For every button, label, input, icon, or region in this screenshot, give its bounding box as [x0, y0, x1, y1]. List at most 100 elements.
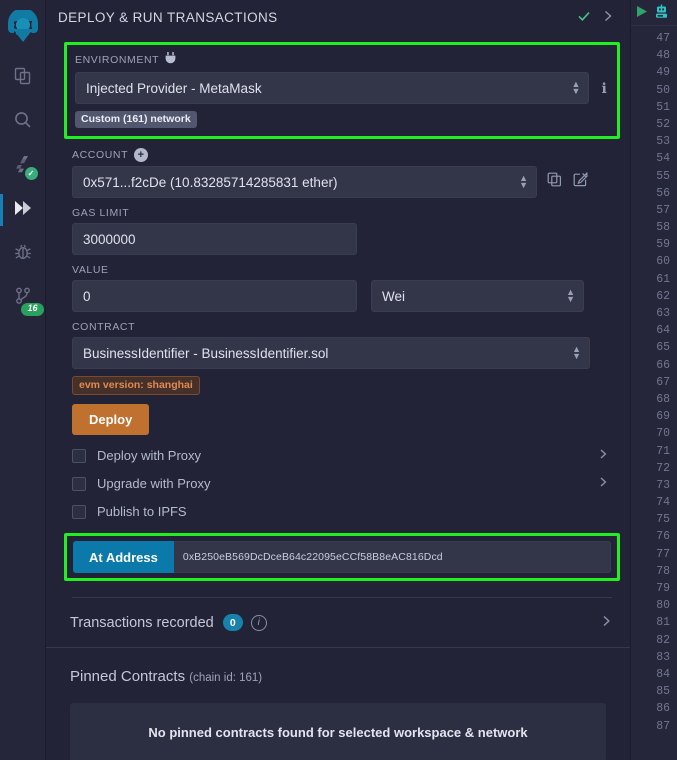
line-number: 80 — [631, 597, 677, 614]
compiler-success-badge: ✓ — [25, 167, 38, 180]
environment-info-icon[interactable]: ℹ — [599, 80, 609, 97]
value-row: 0 Wei ▲▼ — [72, 280, 612, 312]
environment-label: ENVIRONMENT — [75, 52, 609, 68]
environment-row: Injected Provider - MetaMask ▲▼ ℹ — [75, 72, 609, 104]
option-upgrade-with-proxy[interactable]: Upgrade with Proxy — [72, 476, 612, 491]
line-number: 77 — [631, 546, 677, 563]
files-icon — [13, 66, 33, 91]
sidebar-item-git[interactable]: 16 — [0, 276, 46, 320]
gas-limit-input[interactable]: 3000000 — [72, 223, 357, 255]
editor-pane: 4748495051525354555657585960616263646566… — [630, 0, 677, 760]
account-select[interactable]: 0x571...f2cDe (10.83285714285831 ether) … — [72, 166, 537, 198]
option-label: Deploy with Proxy — [97, 448, 598, 463]
transactions-count-badge: 0 — [223, 614, 243, 631]
gas-limit-label: GAS LIMIT — [72, 207, 612, 219]
check-icon[interactable] — [572, 9, 596, 26]
panel-expand-chevron-icon[interactable] — [596, 9, 620, 26]
line-number: 56 — [631, 185, 677, 202]
account-label: ACCOUNT + — [72, 148, 612, 162]
line-number: 52 — [631, 116, 677, 133]
sidebar-item-search[interactable] — [0, 100, 46, 144]
value-unit-select[interactable]: Wei ▲▼ — [371, 280, 584, 312]
sidebar-item-solidity-compiler[interactable]: ✓ — [0, 144, 46, 188]
line-number: 48 — [631, 47, 677, 64]
line-number-gutter: 4748495051525354555657585960616263646566… — [631, 26, 677, 735]
line-number: 58 — [631, 219, 677, 236]
line-number: 82 — [631, 632, 677, 649]
bug-icon — [13, 242, 33, 267]
transactions-recorded-title: Transactions recorded — [70, 615, 214, 631]
chevron-updown-icon: ▲▼ — [566, 289, 575, 303]
value-amount: 0 — [83, 289, 91, 304]
line-number: 60 — [631, 253, 677, 270]
line-number: 85 — [631, 683, 677, 700]
environment-select[interactable]: Injected Provider - MetaMask ▲▼ — [75, 72, 589, 104]
option-publish-to-ipfs[interactable]: Publish to IPFS — [72, 504, 612, 519]
checkbox-upgrade-with-proxy[interactable] — [72, 477, 86, 491]
deploy-button[interactable]: Deploy — [72, 404, 149, 435]
remix-ide-window: ✓ — [0, 0, 677, 760]
line-number: 49 — [631, 64, 677, 81]
line-number: 86 — [631, 700, 677, 717]
play-icon[interactable] — [634, 4, 649, 22]
edit-icon[interactable] — [571, 172, 589, 192]
line-number: 81 — [631, 614, 677, 631]
line-number: 51 — [631, 99, 677, 116]
line-number: 73 — [631, 477, 677, 494]
chevron-right-icon[interactable] — [598, 476, 612, 491]
line-number: 59 — [631, 236, 677, 253]
info-circle-icon[interactable]: i — [251, 615, 267, 631]
robot-icon[interactable] — [654, 4, 669, 21]
line-number: 66 — [631, 357, 677, 374]
page-title: DEPLOY & RUN TRANSACTIONS — [58, 10, 572, 25]
line-number: 57 — [631, 202, 677, 219]
sidebar-item-debugger[interactable] — [0, 232, 46, 276]
at-address-button[interactable]: At Address — [73, 541, 174, 573]
gas-limit-value: 3000000 — [83, 232, 136, 247]
copy-icon[interactable] — [545, 172, 563, 192]
deploy-run-icon — [12, 197, 34, 224]
pinned-contracts-section: Pinned Contracts (chain id: 161) No pinn… — [46, 648, 630, 760]
chevron-updown-icon: ▲▼ — [519, 175, 528, 189]
sidebar-item-file-explorer[interactable] — [0, 56, 46, 100]
line-number: 74 — [631, 494, 677, 511]
line-number: 84 — [631, 666, 677, 683]
option-deploy-with-proxy[interactable]: Deploy with Proxy — [72, 448, 612, 463]
option-label: Upgrade with Proxy — [97, 476, 598, 491]
deploy-run-panel: DEPLOY & RUN TRANSACTIONS ENVIRONMENT — [46, 0, 630, 760]
option-label: Publish to IPFS — [97, 504, 612, 519]
line-number: 72 — [631, 460, 677, 477]
pinned-contracts-title: Pinned Contracts — [70, 668, 185, 685]
value-label: VALUE — [72, 264, 612, 276]
plus-circle-icon[interactable]: + — [134, 148, 148, 162]
chevron-right-icon[interactable] — [598, 448, 612, 463]
checkbox-deploy-with-proxy[interactable] — [72, 449, 86, 463]
contract-select[interactable]: BusinessIdentifier - BusinessIdentifier.… — [72, 337, 590, 369]
chevron-right-icon[interactable] — [601, 614, 612, 631]
remix-logo-icon[interactable] — [0, 4, 46, 56]
checkbox-publish-to-ipfs[interactable] — [72, 505, 86, 519]
plug-icon — [165, 52, 176, 68]
line-number: 53 — [631, 133, 677, 150]
at-address-input[interactable]: 0xB250eB569DcDceB64c22095eCCf58B8eAC816D… — [174, 541, 611, 573]
evm-version-chip: evm version: shanghai — [72, 376, 200, 395]
line-number: 69 — [631, 408, 677, 425]
line-number: 68 — [631, 391, 677, 408]
sidebar-item-deploy-run-transactions[interactable] — [0, 188, 46, 232]
line-number: 76 — [631, 528, 677, 545]
line-number: 64 — [631, 322, 677, 339]
network-chip: Custom (161) network — [75, 111, 197, 128]
activity-bar: ✓ — [0, 0, 46, 760]
line-number: 87 — [631, 718, 677, 735]
line-number: 62 — [631, 288, 677, 305]
value-unit: Wei — [382, 289, 405, 304]
transactions-recorded-row[interactable]: Transactions recorded 0 i — [46, 598, 630, 648]
at-address-section: At Address 0xB250eB569DcDceB64c22095eCCf… — [64, 533, 620, 581]
line-number: 79 — [631, 580, 677, 597]
panel-body: ENVIRONMENT Injected Provider - MetaMask… — [46, 34, 630, 760]
environment-value: Injected Provider - MetaMask — [86, 81, 262, 96]
account-value: 0x571...f2cDe (10.83285714285831 ether) — [83, 175, 337, 190]
line-number: 71 — [631, 443, 677, 460]
value-input[interactable]: 0 — [72, 280, 357, 312]
line-number: 75 — [631, 511, 677, 528]
